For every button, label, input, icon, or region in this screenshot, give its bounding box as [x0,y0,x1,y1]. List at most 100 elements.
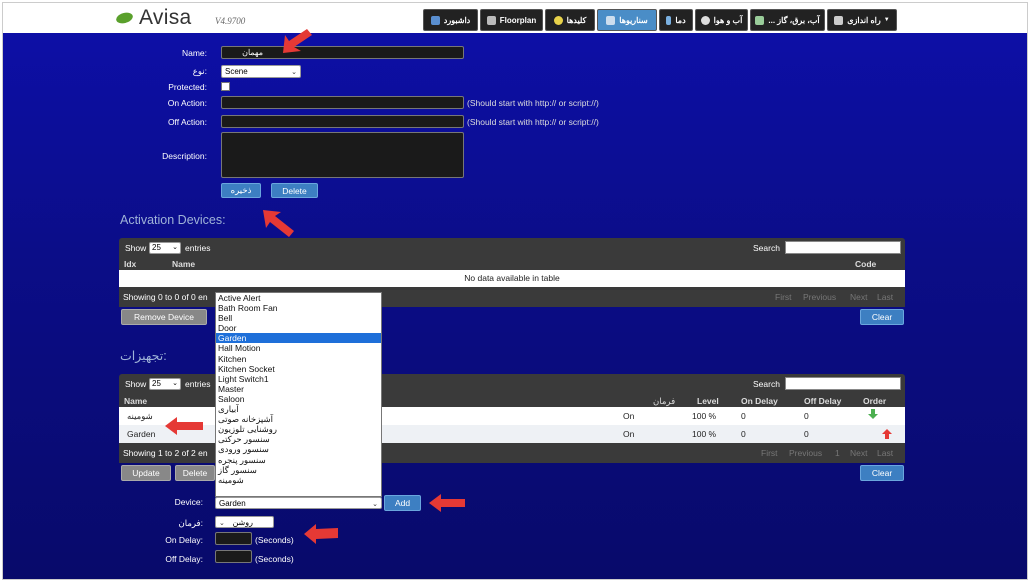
annotation-arrow [283,29,312,53]
dropdown-option[interactable]: Active Alert [216,293,381,303]
dropdown-option[interactable]: سنسور حرکتی [216,434,381,444]
protected-label: Protected: [168,82,207,92]
pager-first[interactable]: First [775,292,792,302]
app-name: Avisa [139,6,192,29]
pager-next[interactable]: Next [850,448,867,458]
scene-editor: Name: مهمان نوع: Scene ⌄ Protected: On Ac… [3,33,1027,579]
type-select[interactable]: Scene ⌄ [221,65,301,78]
app-logo[interactable]: Avisa [114,6,192,29]
pager-last[interactable]: Last [877,292,893,302]
device-dropdown-list[interactable]: Active Alert Bath Room Fan Bell Door Garden H… [215,292,382,497]
app-window: Avisa V4.9700 داشبورد Floorplan کلیدها س… [2,2,1028,580]
dropdown-option[interactable]: Garden [216,333,381,344]
activation-page-size-select[interactable]: 25 ⌄ [149,242,181,254]
on-action-label: On Action: [167,98,207,108]
on-delay-unit: (Seconds) [255,535,294,545]
dropdown-option[interactable]: Saloon [216,394,381,404]
save-button[interactable]: ذخیره [221,183,261,198]
activation-search-input[interactable] [785,241,901,254]
dropdown-option[interactable]: سنسور پنجره [216,455,381,465]
tab-weather[interactable]: آب و هوا [695,9,748,31]
name-input[interactable]: مهمان [221,46,464,59]
off-delay-unit: (Seconds) [255,554,294,564]
pager-previous[interactable]: Previous [803,292,836,302]
on-action-hint: (Should start with http:// or script://) [467,98,599,108]
tab-floorplan[interactable]: Floorplan [480,9,543,31]
pager-last[interactable]: Last [877,448,893,458]
off-delay-input[interactable] [215,550,252,563]
tab-dashboard[interactable]: داشبورد [423,9,478,31]
command-label: فرمان: [178,518,203,528]
dropdown-option[interactable]: Hall Motion [216,343,381,353]
devices-clear-button[interactable]: Clear [860,465,904,481]
utility-icon [755,15,765,25]
annotation-arrow [165,417,203,435]
dropdown-option[interactable]: Door [216,323,381,333]
activation-empty-row: No data available in table [119,270,905,287]
tab-setup[interactable]: راه اندازی ▼ [827,9,897,31]
chevron-down-icon: ⌄ [372,501,378,508]
off-delay-label: Off Delay: [165,554,203,564]
annotation-arrow [263,210,294,237]
description-label: Description: [162,151,207,161]
move-up-icon[interactable] [881,428,893,440]
delete-scene-button[interactable]: Delete [271,183,318,198]
device-label: Device: [174,497,203,507]
pager-page-1[interactable]: 1 [835,448,840,458]
dropdown-option[interactable]: آشپزخانه صوتی [216,414,381,424]
dropdown-option[interactable]: Light Switch1 [216,374,381,384]
activation-devices-title: Activation Devices: [120,213,226,227]
dropdown-option[interactable]: سنسور گاز [216,465,381,475]
chevron-down-icon: ⌄ [172,244,178,251]
device-select[interactable]: Garden ⌄ [215,497,382,509]
tab-scenes[interactable]: سناریوها [597,9,657,31]
dropdown-option[interactable]: شومینه [216,475,381,485]
chevron-down-icon: ▼ [883,17,890,23]
tools-icon [834,15,844,25]
pager-next[interactable]: Next [850,292,867,302]
activation-clear-button[interactable]: Clear [860,309,904,325]
weather-icon [700,15,710,25]
devices-page-size-select[interactable]: 25 ⌄ [149,378,181,390]
chevron-down-icon: ⌄ [219,520,225,527]
dropdown-option[interactable]: Kitchen [216,354,381,364]
annotation-arrow [304,524,338,544]
scenes-icon [606,15,616,25]
leaf-icon [114,10,135,26]
dropdown-option[interactable]: Bell [216,313,381,323]
dropdown-option[interactable]: سنسور ورودی [216,444,381,454]
add-device-button[interactable]: Add [384,495,421,511]
tab-switches[interactable]: کلیدها [545,9,595,31]
chevron-down-icon: ⌄ [291,69,297,76]
remove-device-button[interactable]: Remove Device [121,309,207,325]
command-select[interactable]: روشن ⌄ [215,516,274,528]
dropdown-option[interactable]: روشنایی تلوزیون [216,424,381,434]
dashboard-icon [430,15,440,25]
dropdown-option[interactable]: Master [216,384,381,394]
off-action-input[interactable] [221,115,464,128]
off-action-label: Off Action: [167,117,207,127]
tab-utility[interactable]: ... آب، برق، گاز [750,9,825,31]
update-button[interactable]: Update [121,465,171,481]
chevron-down-icon: ⌄ [172,380,178,387]
dropdown-option[interactable]: Kitchen Socket [216,364,381,374]
description-textarea[interactable] [221,132,464,178]
app-version: V4.9700 [215,16,246,26]
floorplan-icon [486,15,496,25]
dropdown-option[interactable]: آبیاری [216,404,381,414]
move-down-icon[interactable] [867,408,879,420]
protected-checkbox[interactable] [221,82,230,91]
annotation-arrow [429,494,465,512]
on-delay-input[interactable] [215,532,252,545]
pager-previous[interactable]: Previous [789,448,822,458]
name-label: Name: [181,48,207,58]
on-action-input[interactable] [221,96,464,109]
tab-temperature[interactable]: دما [659,9,693,31]
devices-title: تجهیزات: [120,349,167,363]
pager-first[interactable]: First [761,448,778,458]
devices-search-input[interactable] [785,377,901,390]
thermometer-icon [666,15,672,25]
on-delay-label: On Delay: [165,535,203,545]
delete-device-button[interactable]: Delete [175,465,215,481]
dropdown-option[interactable]: Bath Room Fan [216,303,381,313]
